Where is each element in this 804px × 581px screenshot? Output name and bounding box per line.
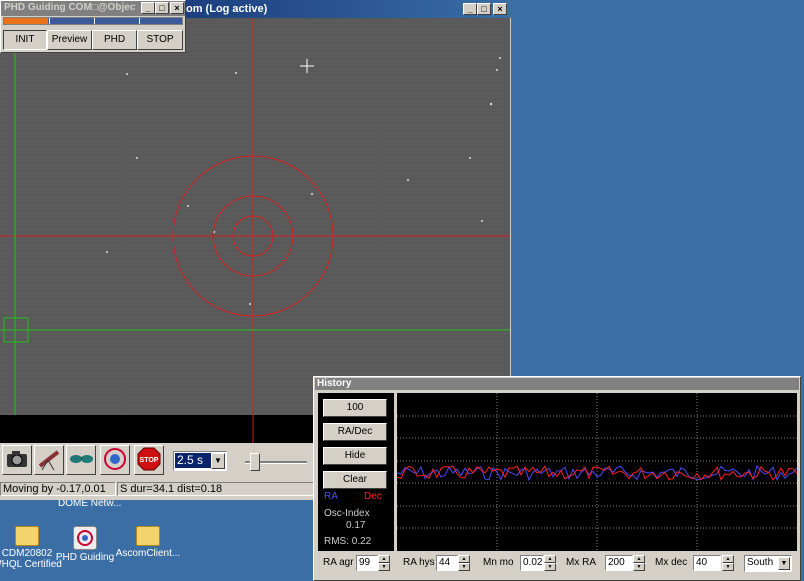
- max-dec-input[interactable]: 40: [693, 555, 721, 571]
- camera-image[interactable]: [0, 18, 510, 415]
- preview-button[interactable]: Preview: [47, 30, 92, 50]
- ra-dec-button[interactable]: RA/Dec: [323, 423, 387, 441]
- minimize-button[interactable]: _: [463, 3, 477, 15]
- ra-aggr-spinner[interactable]: ▲ ▼: [378, 555, 390, 571]
- history-titlebar[interactable]: History: [315, 378, 799, 390]
- hide-button[interactable]: Hide: [323, 447, 387, 465]
- min-move-input[interactable]: 0.02: [520, 555, 544, 571]
- telescope-icon: [38, 450, 60, 471]
- progress-fill: [4, 18, 48, 24]
- max-ra-input[interactable]: 200: [605, 555, 633, 571]
- history-graph: [397, 393, 797, 551]
- status-moving: Moving by -0.17,0.01: [0, 482, 116, 496]
- history-controls-panel: 100 RA/Dec Hide Clear RA Dec Osc-Index 0…: [318, 393, 394, 551]
- max-ra-label: Mx RA: [566, 557, 596, 568]
- exposure-select[interactable]: 2.5 s ▼: [173, 451, 227, 471]
- history-window: History 100 RA/Dec Hide Clear RA Dec Osc…: [313, 376, 801, 581]
- minimize-button[interactable]: _: [141, 2, 155, 14]
- stop-sign-icon: STOP: [137, 447, 161, 471]
- legend-dec: Dec: [364, 491, 382, 502]
- maximize-button[interactable]: □: [477, 3, 491, 15]
- phd-window-titlebar[interactable]: PHD Guiding COM□@Object _ □ ×: [1, 1, 185, 16]
- phd-guiding-window: PHD Guiding COM□@Object _ □ × INIT Previ…: [0, 0, 186, 53]
- desktop-icon-label: AscomClient...: [115, 548, 181, 559]
- clear-button[interactable]: Clear: [323, 471, 387, 489]
- camera-button[interactable]: [2, 445, 32, 475]
- osc-index-label: Osc-Index: [324, 508, 370, 519]
- glasses-button[interactable]: [66, 445, 96, 475]
- folder-icon: [136, 526, 160, 546]
- folder-icon: [15, 526, 39, 546]
- init-button[interactable]: INIT: [3, 30, 47, 50]
- ra-hys-input[interactable]: 44: [436, 555, 458, 571]
- progress-bar: [3, 17, 183, 25]
- glasses-icon: [70, 455, 93, 463]
- phd-target-button[interactable]: [100, 445, 130, 475]
- max-ra-spinner[interactable]: ▲ ▼: [633, 555, 645, 571]
- ra-aggr-label: RA agr: [323, 557, 354, 568]
- max-dec-label: Mx dec: [655, 557, 688, 568]
- length-100-button[interactable]: 100: [323, 399, 387, 417]
- chevron-down-icon[interactable]: ▼: [211, 453, 225, 469]
- telescope-button[interactable]: [34, 445, 64, 475]
- rms-value: RMS: 0.22: [324, 536, 372, 547]
- hemisphere-value: South: [747, 557, 774, 568]
- chevron-down-icon[interactable]: ▼: [778, 557, 790, 570]
- gamma-slider-handle[interactable]: [250, 453, 260, 471]
- stop-button[interactable]: STOP: [134, 445, 164, 475]
- close-button[interactable]: ×: [170, 2, 184, 14]
- min-move-label: Mn mo: [483, 557, 514, 568]
- camera-icon: [7, 451, 27, 467]
- phd-window-title: PHD Guiding COM□@Object: [4, 2, 136, 13]
- ra-aggr-input[interactable]: 99: [356, 555, 378, 571]
- max-dec-spinner[interactable]: ▲ ▼: [722, 555, 734, 571]
- phd-button[interactable]: PHD: [92, 30, 137, 50]
- phd-app-icon: [73, 526, 97, 550]
- ra-hys-spinner[interactable]: ▲ ▼: [458, 555, 470, 571]
- desktop-icon-ascom[interactable]: AscomClient...: [113, 526, 183, 559]
- min-move-spinner[interactable]: ▲ ▼: [544, 555, 556, 571]
- stop-sign-text: STOP: [140, 457, 159, 464]
- exposure-value: 2.5 s: [175, 453, 213, 468]
- osc-index-value: 0.17: [346, 520, 366, 531]
- close-button[interactable]: ×: [493, 3, 507, 15]
- legend-ra: RA: [324, 491, 338, 502]
- hemisphere-select[interactable]: South ▼: [744, 555, 792, 572]
- desktop-icon-label: PHD Guiding: [55, 552, 115, 563]
- maximize-button[interactable]: □: [155, 2, 169, 14]
- desktop-icon-phd[interactable]: PHD Guiding: [50, 526, 120, 563]
- window-title: om (Log active): [186, 3, 268, 15]
- ra-hys-label: RA hys: [403, 557, 435, 568]
- stop-guiding-button[interactable]: STOP: [137, 30, 183, 50]
- phd-target-icon: [104, 448, 126, 470]
